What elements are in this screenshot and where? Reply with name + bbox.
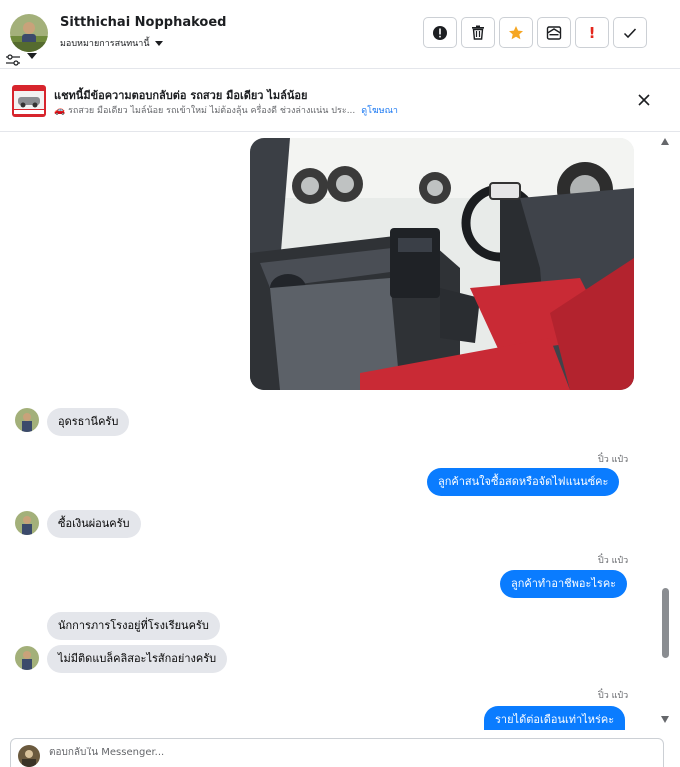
reply-composer [10, 738, 664, 767]
page-avatar [18, 745, 40, 767]
car-interior-photo[interactable] [250, 138, 634, 390]
incoming-message[interactable]: ไม่มีติดแบล็คลิสอะไรสักอย่างครับ [47, 645, 228, 673]
alert-circle-icon [433, 25, 447, 40]
outgoing-message[interactable]: รายได้ต่อเดือนเท่าไหร่คะ [484, 706, 626, 730]
ad-context-banner: แชทนี้มีข้อความตอบกลับต่อ รถสวย มือเดียว… [0, 70, 680, 132]
ad-description: 🚗 รถสวย มือเดียว ไมล์น้อย รถเข้าใหม่ ไม่… [54, 106, 356, 116]
mark-unread-icon [546, 25, 562, 40]
mark-done-button[interactable] [613, 17, 647, 48]
outgoing-message[interactable]: ลูกค้าทำอาชีพอะไรคะ [500, 570, 628, 598]
messenger-conversation: Sitthichai Nopphakoed มอบหมายการสนทนานี้ [0, 0, 680, 767]
scroll-up-arrow-icon[interactable] [661, 138, 669, 145]
scroll-thumb[interactable] [662, 588, 669, 658]
delete-button[interactable] [461, 17, 495, 48]
assign-conversation-dropdown[interactable]: มอบหมายการสนทนานี้ [60, 36, 163, 50]
scroll-down-arrow-icon[interactable] [661, 716, 669, 723]
star-button[interactable] [499, 17, 533, 48]
incoming-message[interactable]: ซื้อเงินผ่อนครับ [47, 510, 141, 538]
conversation-header: Sitthichai Nopphakoed มอบหมายการสนทนานี้ [0, 0, 680, 69]
ad-banner-subtitle: 🚗 รถสวย มือเดียว ไมล์น้อย รถเข้าใหม่ ไม่… [54, 103, 398, 117]
star-icon [509, 25, 523, 39]
avatar[interactable] [10, 14, 48, 52]
filter-icon[interactable] [5, 51, 21, 66]
contact-avatar[interactable] [15, 408, 39, 432]
contact-avatar[interactable] [15, 646, 39, 670]
trash-icon [472, 25, 484, 40]
ad-banner-title: แชทนี้มีข้อความตอบกลับต่อ รถสวย มือเดียว… [54, 89, 308, 102]
spam-button[interactable]: ! [575, 17, 609, 48]
ad-thumbnail[interactable] [12, 85, 46, 117]
conversation-actions: ! [423, 17, 651, 48]
sender-name: ปิ๋ว แป๋ว [598, 691, 629, 701]
mark-unread-button[interactable] [537, 17, 571, 48]
sender-name: ปิ๋ว แป๋ว [598, 455, 629, 465]
close-icon[interactable] [636, 92, 652, 108]
sender-name: ปิ๋ว แป๋ว [598, 556, 629, 566]
outgoing-message[interactable]: ลูกค้าสนใจซื้อสดหรือจัดไฟแนนซ์คะ [427, 468, 620, 496]
view-ad-link[interactable]: ดูโฆษณา [361, 103, 398, 117]
spam-icon: ! [588, 23, 596, 42]
assign-label: มอบหมายการสนทนานี้ [60, 39, 150, 49]
incoming-message[interactable]: นักการภารโรงอยู่ที่โรงเรียนครับ [47, 612, 220, 640]
chevron-down-icon [154, 40, 163, 46]
chevron-down-icon[interactable] [27, 53, 37, 59]
reply-input[interactable] [49, 747, 629, 758]
check-icon [623, 27, 637, 38]
contact-avatar[interactable] [15, 511, 39, 535]
contact-name[interactable]: Sitthichai Nopphakoed [60, 15, 226, 30]
mark-follow-up-button[interactable] [423, 17, 457, 48]
incoming-message[interactable]: อุดรธานีครับ [47, 408, 130, 436]
